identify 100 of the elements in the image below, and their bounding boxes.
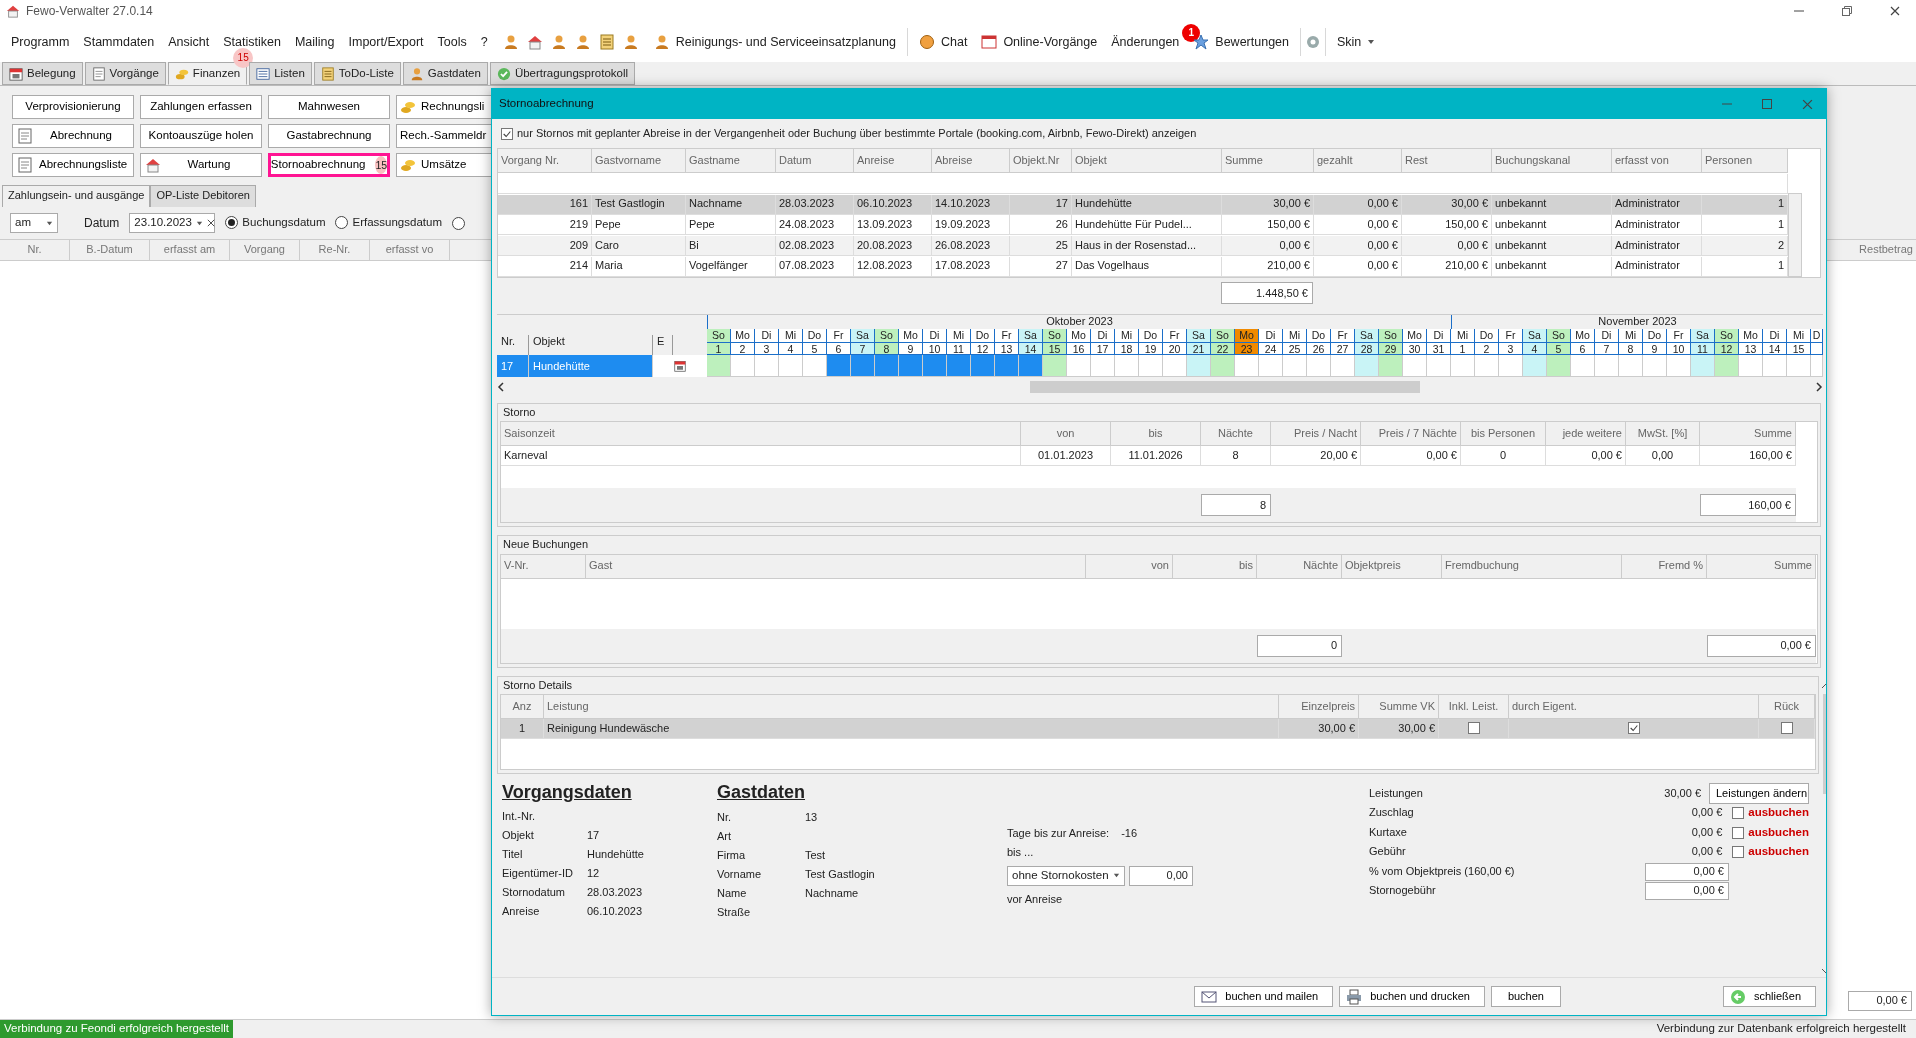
- day-cell[interactable]: [1187, 355, 1211, 378]
- toolbar-button[interactable]: Mahnwesen: [268, 95, 390, 119]
- column-header[interactable]: Anreise: [854, 149, 932, 174]
- action-button[interactable]: buchen und drucken: [1339, 986, 1485, 1007]
- day-cell[interactable]: [1763, 355, 1787, 378]
- day-cell[interactable]: [899, 355, 923, 378]
- toolbar-button[interactable]: Kontoauszüge holen: [140, 124, 262, 148]
- day-cell[interactable]: [1691, 355, 1715, 378]
- day-cell[interactable]: [1667, 355, 1691, 378]
- day-cell[interactable]: [1043, 355, 1067, 378]
- column-header[interactable]: Nr.: [0, 240, 70, 260]
- column-header[interactable]: Restbetrag: [1856, 240, 1916, 260]
- toolbar-button[interactable]: Online-Vorgänge: [974, 32, 1105, 52]
- person-icon[interactable]: [502, 34, 519, 50]
- day-cell[interactable]: [1787, 355, 1811, 378]
- menu-item[interactable]: Mailing: [287, 32, 342, 52]
- menu-item[interactable]: Stammdaten: [76, 32, 162, 52]
- column-header[interactable]: Inkl. Leist.: [1439, 694, 1509, 719]
- day-cell[interactable]: [1115, 355, 1139, 378]
- toolbar-button[interactable]: Wartung: [140, 153, 262, 177]
- menu-item[interactable]: Tools: [430, 32, 474, 52]
- day-cell[interactable]: [1163, 355, 1187, 378]
- checkbox[interactable]: [1732, 826, 1745, 839]
- day-cell[interactable]: [1571, 355, 1595, 378]
- day-cell[interactable]: [995, 355, 1019, 378]
- column-header[interactable]: Objekt.Nr: [1010, 149, 1072, 174]
- column-header[interactable]: Einzelpreis: [1279, 694, 1359, 719]
- column-header[interactable]: durch Eigent.: [1509, 694, 1759, 719]
- day-cell[interactable]: [1355, 355, 1379, 378]
- column-header[interactable]: Buchungskanal: [1492, 149, 1612, 174]
- column-header[interactable]: Objekt: [1072, 149, 1222, 174]
- menu-item[interactable]: ?: [473, 32, 495, 52]
- action-button[interactable]: schließen: [1722, 986, 1816, 1007]
- calendar-icon[interactable]: [673, 360, 687, 373]
- toolbar-button[interactable]: Stornoabrechnung 15: [268, 153, 390, 177]
- scroll-left-icon[interactable]: [497, 382, 505, 393]
- column-header[interactable]: Re-Nr.: [300, 240, 370, 260]
- toolbar-button[interactable]: Abrechnungsliste: [12, 153, 134, 177]
- column-header[interactable]: gezahlt: [1314, 149, 1402, 174]
- checkbox[interactable]: [1467, 722, 1480, 735]
- day-cell[interactable]: [1211, 355, 1235, 378]
- menu-item[interactable]: Ansicht: [161, 32, 217, 52]
- column-header[interactable]: Rück: [1759, 694, 1815, 719]
- toolbar-button[interactable]: Chat: [911, 32, 975, 52]
- column-header[interactable]: von: [1086, 554, 1173, 579]
- column-header[interactable]: Nächte: [1201, 422, 1271, 447]
- column-header[interactable]: erfasst am: [150, 240, 230, 260]
- column-header[interactable]: Objektpreis: [1342, 554, 1442, 579]
- tab[interactable]: OP-Liste Debitoren: [150, 185, 256, 207]
- column-header[interactable]: Rest: [1402, 149, 1492, 174]
- notepad-icon[interactable]: [598, 34, 615, 50]
- day-cell[interactable]: [779, 355, 803, 378]
- day-cell[interactable]: [803, 355, 827, 378]
- column-header[interactable]: Summe: [1222, 149, 1314, 174]
- person-icon[interactable]: [550, 34, 567, 50]
- column-header[interactable]: Preis / 7 Nächte: [1361, 422, 1461, 447]
- tab[interactable]: Vorgänge: [84, 62, 166, 85]
- day-cell[interactable]: [1619, 355, 1643, 378]
- maximize-icon[interactable]: [1762, 99, 1772, 109]
- amount-field[interactable]: 0,00 €: [1645, 882, 1729, 900]
- amount-field[interactable]: 0,00 €: [1645, 862, 1729, 881]
- tab[interactable]: Zahlungsein- und ausgänge: [2, 185, 151, 207]
- column-header[interactable]: bis Personen: [1461, 422, 1546, 447]
- day-cell[interactable]: [1523, 355, 1547, 378]
- toolbar-button[interactable]: Reinigungs- und Serviceeinsatzplanung: [646, 32, 903, 52]
- day-cell[interactable]: [851, 355, 875, 378]
- day-cell[interactable]: [1475, 355, 1499, 378]
- day-cell[interactable]: [1235, 355, 1259, 378]
- column-header[interactable]: Vorgang: [230, 240, 300, 260]
- day-cell[interactable]: [1811, 355, 1823, 378]
- column-header[interactable]: Summe: [1707, 554, 1816, 579]
- radio-button[interactable]: [225, 216, 239, 230]
- tab[interactable]: Belegung: [2, 62, 83, 85]
- day-cell[interactable]: [971, 355, 995, 378]
- amount-field[interactable]: 0,00: [1129, 865, 1193, 886]
- day-cell[interactable]: [1499, 355, 1523, 378]
- column-header[interactable]: B.-Datum: [70, 240, 150, 260]
- toolbar-button[interactable]: Abrechnung: [12, 124, 134, 148]
- settings-icon[interactable]: [1305, 34, 1321, 50]
- person-icon[interactable]: [622, 34, 639, 50]
- column-header[interactable]: jede weitere: [1546, 422, 1626, 447]
- day-cell[interactable]: [1307, 355, 1331, 378]
- column-header[interactable]: Saisonzeit: [501, 422, 1021, 447]
- column-header[interactable]: Abreise: [932, 149, 1010, 174]
- action-button[interactable]: buchen und mailen: [1194, 986, 1334, 1007]
- tab[interactable]: Listen: [249, 62, 312, 85]
- day-cell[interactable]: [707, 355, 731, 378]
- day-cell[interactable]: [1547, 355, 1571, 378]
- checkbox[interactable]: [501, 127, 513, 140]
- change-services-button[interactable]: Leistungen ändern: [1709, 783, 1809, 804]
- toolbar-button[interactable]: Zahlungen erfassen: [140, 95, 262, 119]
- day-cell[interactable]: [1067, 355, 1091, 378]
- column-header[interactable]: Anz: [501, 694, 544, 719]
- cancellation-dropdown[interactable]: ohne Stornokosten: [1007, 865, 1125, 886]
- column-header[interactable]: bis: [1173, 554, 1257, 579]
- day-cell[interactable]: [1595, 355, 1619, 378]
- column-header[interactable]: Vorgang Nr.: [498, 149, 592, 174]
- column-header[interactable]: Summe: [1700, 422, 1796, 447]
- day-cell[interactable]: [875, 355, 899, 378]
- column-header[interactable]: Leistung: [544, 694, 1279, 719]
